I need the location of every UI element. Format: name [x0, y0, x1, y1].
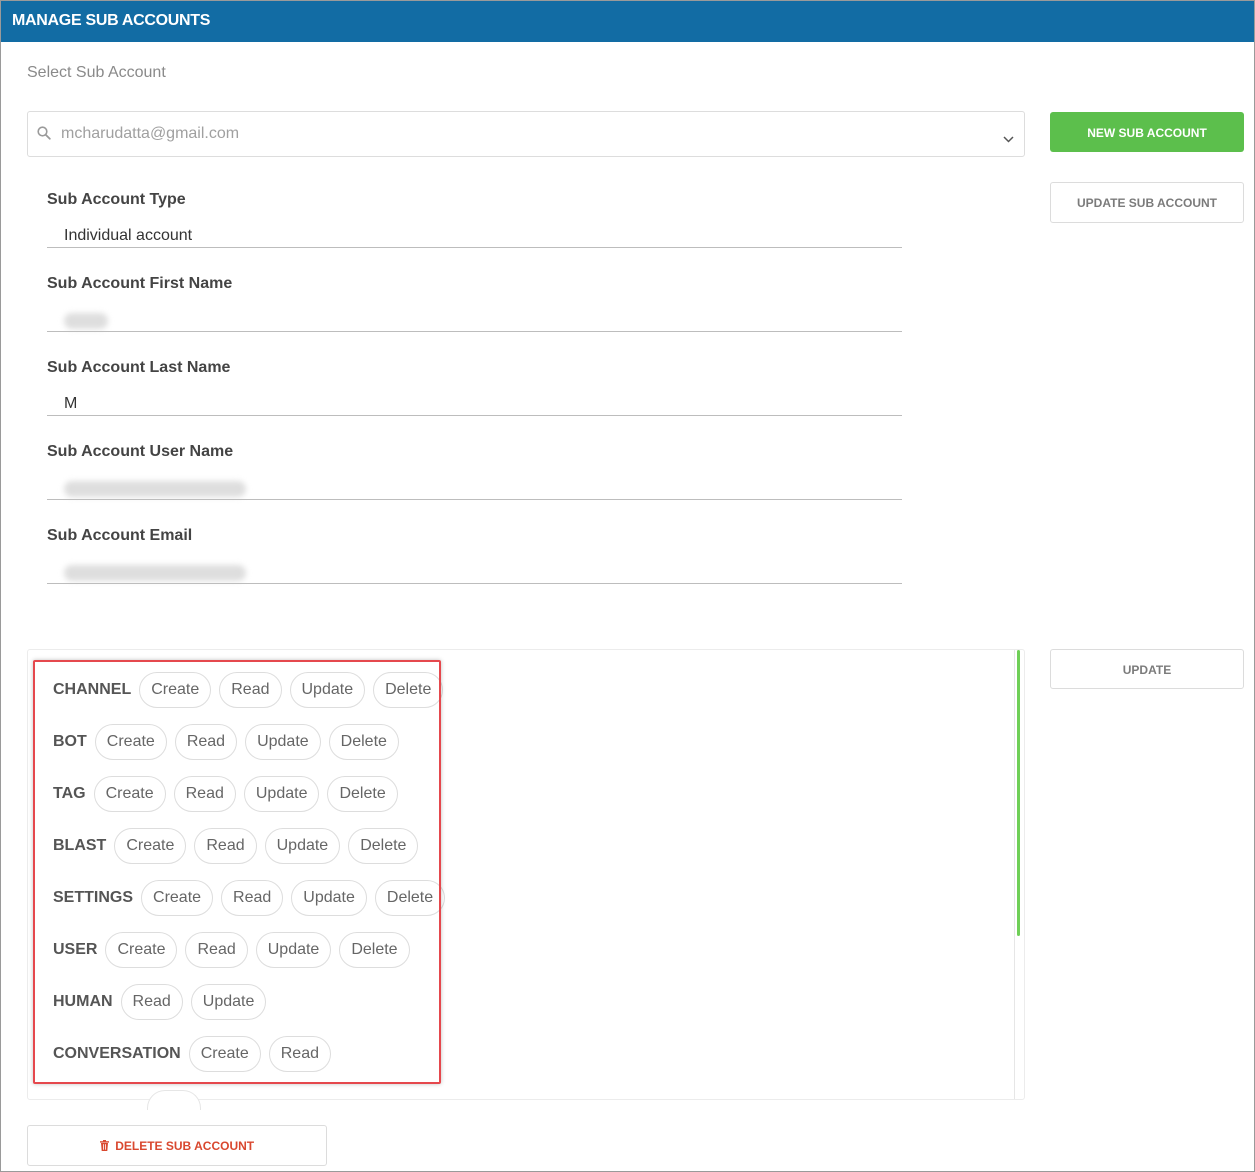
first-name-redacted-value[interactable] — [64, 313, 108, 329]
scrollbar-track[interactable] — [1014, 650, 1015, 1099]
user-name-label: Sub Account User Name — [47, 443, 234, 460]
sub-account-select[interactable] — [27, 111, 1025, 157]
chevron-down-icon[interactable] — [1003, 130, 1014, 148]
sub-account-type-label: Sub Account Type — [47, 191, 186, 208]
last-name-value[interactable]: M — [64, 395, 77, 413]
page-title: MANAGE SUB ACCOUNTS — [1, 1, 1254, 42]
sub-account-type-value[interactable]: Individual account — [64, 227, 192, 245]
sub-account-type-field: Sub Account Type Individual account — [47, 191, 902, 275]
field-underline — [47, 247, 902, 248]
new-sub-account-button[interactable]: NEW SUB ACCOUNT — [1050, 112, 1244, 152]
field-underline — [47, 499, 902, 500]
email-field: Sub Account Email — [47, 527, 902, 611]
first-name-field: Sub Account First Name — [47, 275, 902, 359]
user-name-redacted-value[interactable] — [64, 481, 246, 497]
user-name-field: Sub Account User Name — [47, 443, 902, 527]
highlight-box — [33, 660, 441, 1084]
field-underline — [47, 583, 902, 584]
email-label: Sub Account Email — [47, 527, 193, 544]
email-redacted-value[interactable] — [64, 565, 246, 581]
sub-account-search-input[interactable] — [59, 122, 959, 146]
first-name-label: Sub Account First Name — [47, 275, 233, 292]
search-icon — [37, 126, 51, 145]
manage-sub-accounts-panel: MANAGE SUB ACCOUNTS Select Sub Account N… — [0, 0, 1255, 1172]
update-sub-account-button[interactable]: UPDATE SUB ACCOUNT — [1050, 182, 1244, 223]
delete-sub-account-button[interactable]: DELETE SUB ACCOUNT — [27, 1125, 327, 1166]
select-sub-account-label: Select Sub Account — [27, 64, 166, 81]
delete-sub-account-label: DELETE SUB ACCOUNT — [115, 1139, 255, 1153]
field-underline — [47, 331, 902, 332]
last-name-field: Sub Account Last Name M — [47, 359, 902, 443]
scrollbar-thumb[interactable] — [1017, 650, 1020, 936]
partial-permission-chip — [147, 1090, 201, 1110]
field-underline — [47, 415, 902, 416]
trash-icon — [99, 1139, 115, 1153]
last-name-label: Sub Account Last Name — [47, 359, 231, 376]
update-permissions-button[interactable]: UPDATE — [1050, 649, 1244, 689]
